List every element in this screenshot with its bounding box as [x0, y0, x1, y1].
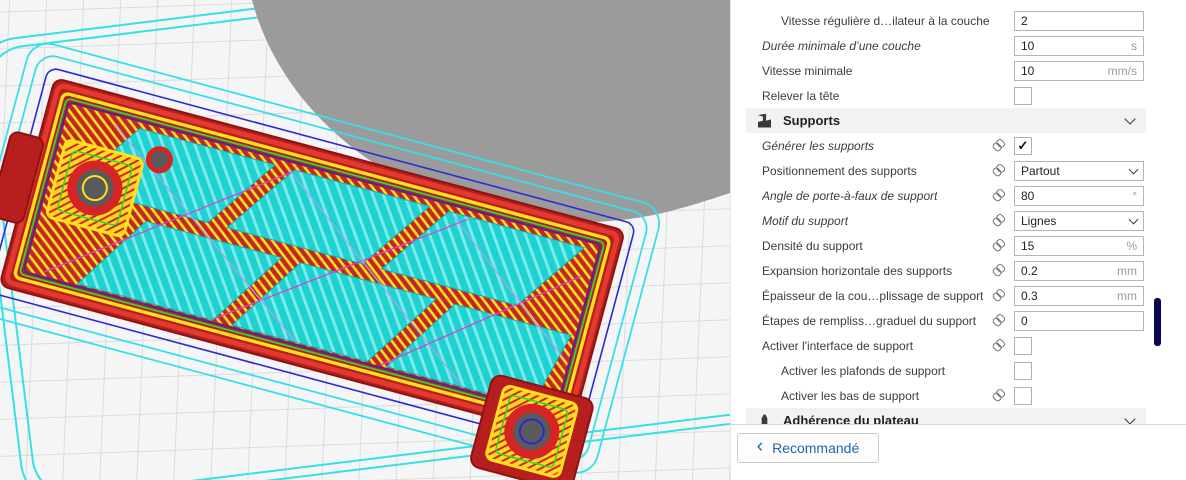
setting-value: 15 [1021, 238, 1035, 253]
setting-row-motif-du-support: Motif du support Lignes [731, 208, 1186, 233]
setting-row-activer-les-bas-de-support: Activer les bas de support [731, 383, 1186, 408]
link-icon[interactable] [989, 286, 1007, 304]
setting-input[interactable]: 0 [1014, 310, 1144, 331]
settings-list: Vitesse régulière d…ilateur à la couche 2… [731, 0, 1186, 425]
chevron-down-icon [1124, 113, 1136, 125]
setting-row-relever-la-t-te: Relever la tête [731, 83, 1186, 108]
setting-label: Motif du support [762, 213, 849, 228]
settings-panel: Vitesse régulière d…ilateur à la couche 2… [730, 0, 1186, 480]
setting-label: Activer les plafonds de support [781, 363, 946, 378]
chevron-down-icon [1124, 413, 1136, 425]
link-icon[interactable] [989, 311, 1007, 329]
setting-row-densit-du-support: Densité du support 15% [731, 233, 1186, 258]
selected-option: Partout [1021, 163, 1060, 178]
setting-label: Activer l'interface de support [762, 338, 914, 353]
setting-value: 2 [1021, 13, 1028, 28]
setting-row-vitesse-r-guli-re-d-ilateur-la-couche: Vitesse régulière d…ilateur à la couche 2 [731, 8, 1186, 33]
recommended-label: Recommandé [772, 440, 860, 456]
3d-viewport[interactable] [0, 0, 730, 480]
setting-row-tapes-de-rempliss-graduel-du-support: Étapes de rempliss…graduel du support 0 [731, 308, 1186, 333]
setting-label: Expansion horizontale des supports [762, 263, 953, 278]
setting-unit: ° [1132, 188, 1137, 203]
chevron-left-icon: ‹ [756, 436, 764, 457]
setting-select[interactable]: Lignes [1014, 210, 1144, 231]
setting-label: Épaisseur de la cou…plissage de support [762, 288, 984, 303]
setting-input[interactable]: 15% [1014, 235, 1144, 256]
setting-checkbox[interactable] [1014, 386, 1032, 405]
setting-checkbox[interactable] [1014, 361, 1032, 380]
setting-value: 10 [1021, 63, 1035, 78]
setting-row-activer-l-interface-de-support: Activer l'interface de support [731, 333, 1186, 358]
setting-value: 80 [1021, 188, 1035, 203]
setting-checkbox[interactable]: ✓ [1014, 136, 1032, 155]
setting-label: Vitesse minimale [762, 63, 853, 78]
link-icon[interactable] [989, 161, 1007, 179]
setting-row-angle-de-porte-faux-de-support: Angle de porte-à-faux de support 80 ° [731, 183, 1186, 208]
link-icon[interactable] [989, 261, 1007, 279]
setting-label: Densité du support [762, 238, 863, 253]
section-header-supports[interactable]: Supports [746, 108, 1146, 133]
panel-footer: ‹ Recommandé [731, 424, 1186, 480]
recommended-button[interactable]: ‹ Recommandé [737, 433, 879, 463]
setting-value: 0 [1021, 313, 1028, 328]
section-header-adh-rence-du-plateau[interactable]: Adhérence du plateau [746, 408, 1146, 425]
setting-input[interactable]: 10 s [1014, 35, 1144, 56]
setting-value: 0.2 [1021, 263, 1038, 278]
link-icon[interactable] [989, 186, 1007, 204]
supports-icon [758, 113, 771, 128]
setting-checkbox[interactable] [1014, 336, 1032, 355]
setting-value: 0.3 [1021, 288, 1038, 303]
setting-input[interactable]: 0.3 mm [1014, 285, 1144, 306]
setting-input[interactable]: 80 ° [1014, 185, 1144, 206]
setting-row-positionnement-des-supports: Positionnement des supports Partout [731, 158, 1186, 183]
setting-row-vitesse-minimale: Vitesse minimale 10 mm/s [731, 58, 1186, 83]
setting-label: Positionnement des supports [762, 163, 917, 178]
setting-input[interactable]: 10 mm/s [1014, 60, 1144, 81]
link-icon[interactable] [989, 336, 1007, 354]
setting-input[interactable]: 2 [1014, 10, 1144, 31]
setting-row-dur-e-minimale-d-une-couche: Durée minimale d’une couche 10 s [731, 33, 1186, 58]
chevron-down-icon [1128, 214, 1139, 224]
setting-row-expansion-horizontale-des-supports: Expansion horizontale des supports 0.2 mm [731, 258, 1186, 283]
setting-label: Étapes de rempliss…graduel du support [762, 313, 977, 328]
setting-label: Activer les bas de support [781, 388, 920, 403]
setting-row-paisseur-de-la-cou-plissage-de-support: Épaisseur de la cou…plissage de support 0… [731, 283, 1186, 308]
link-icon[interactable] [989, 386, 1007, 404]
link-icon[interactable] [989, 211, 1007, 229]
setting-label: Générer les supports [762, 138, 875, 153]
selected-option: Lignes [1021, 213, 1057, 228]
setting-label: Vitesse régulière d…ilateur à la couche [781, 13, 990, 28]
setting-unit: % [1126, 238, 1137, 253]
setting-unit: mm [1117, 288, 1137, 303]
setting-unit: mm [1117, 263, 1137, 278]
section-label: Supports [783, 113, 841, 128]
setting-input[interactable]: 0.2 mm [1014, 260, 1144, 281]
setting-label: Durée minimale d’une couche [762, 38, 921, 53]
setting-value: 10 [1021, 38, 1035, 53]
setting-select[interactable]: Partout [1014, 160, 1144, 181]
setting-checkbox[interactable] [1014, 86, 1032, 105]
setting-unit: s [1131, 38, 1137, 53]
setting-label: Angle de porte-à-faux de support [762, 188, 938, 203]
setting-unit: mm/s [1107, 63, 1137, 78]
layer-view-scene [0, 0, 730, 480]
link-icon[interactable] [989, 136, 1007, 154]
link-icon[interactable] [989, 236, 1007, 254]
scrollbar-thumb[interactable] [1154, 298, 1161, 346]
setting-row-g-n-rer-les-supports: Générer les supports ✓ [731, 133, 1186, 158]
setting-row-activer-les-plafonds-de-support: Activer les plafonds de support [731, 358, 1186, 383]
setting-label: Relever la tête [762, 88, 840, 103]
chevron-down-icon [1128, 164, 1139, 174]
